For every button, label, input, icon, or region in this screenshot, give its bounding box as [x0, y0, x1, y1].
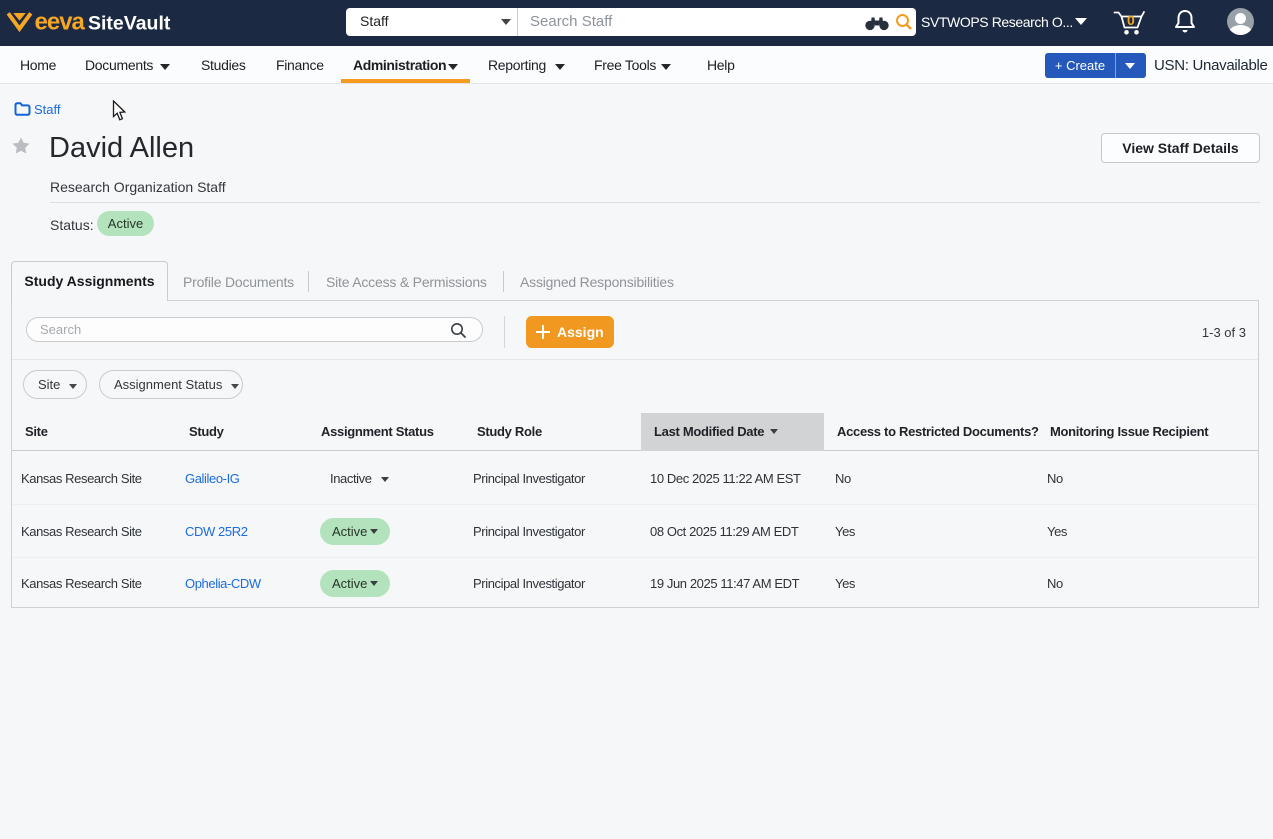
- svg-text:SiteVault: SiteVault: [88, 13, 171, 35]
- svg-text:eeva: eeva: [35, 9, 86, 36]
